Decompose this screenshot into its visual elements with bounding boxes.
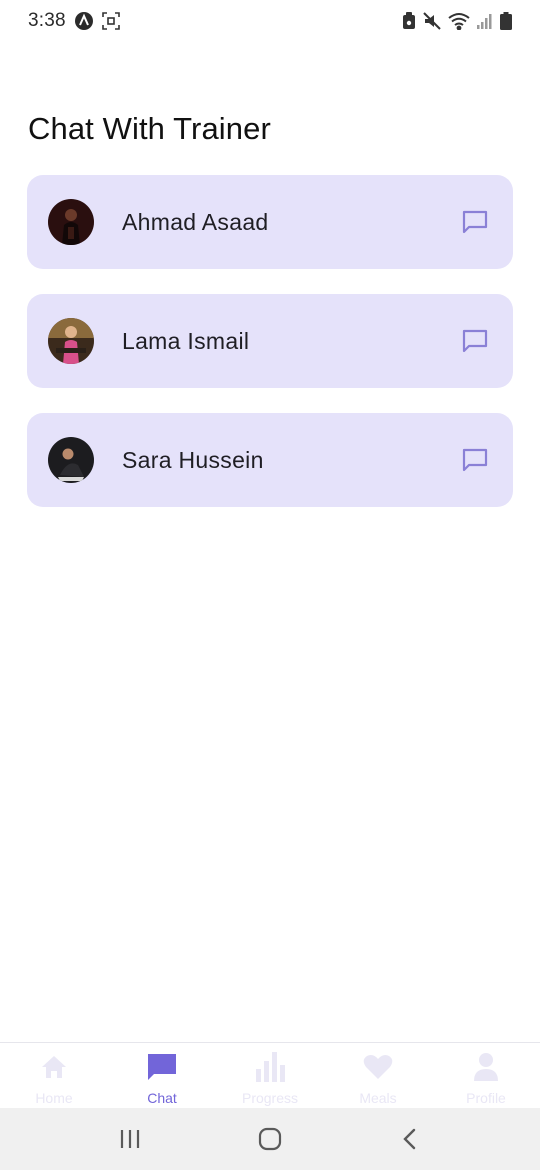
app-a-icon bbox=[74, 11, 94, 31]
status-left: 3:38 bbox=[28, 10, 120, 32]
chat-icon[interactable] bbox=[461, 208, 489, 236]
nav-item-profile[interactable]: Profile bbox=[432, 1043, 540, 1108]
trainer-name: Sara Hussein bbox=[122, 446, 264, 473]
bottom-nav: Home Chat Progress Meals Profile bbox=[0, 1042, 540, 1108]
trainer-avatar bbox=[48, 318, 94, 364]
user-icon bbox=[473, 1051, 499, 1083]
trainer-avatar bbox=[48, 437, 94, 483]
signal-icon bbox=[477, 12, 493, 30]
back-icon[interactable] bbox=[380, 1117, 440, 1161]
page-title: Chat With Trainer bbox=[28, 111, 271, 146]
home-circle-icon[interactable] bbox=[240, 1117, 300, 1161]
system-nav-bar bbox=[0, 1108, 540, 1170]
trainer-list: Ahmad Asaad Lama Ismail Sara Hussein bbox=[27, 175, 513, 532]
mute-icon bbox=[423, 12, 441, 30]
trainer-name: Ahmad Asaad bbox=[122, 208, 269, 235]
nav-label-progress: Progress bbox=[241, 1090, 299, 1106]
status-time: 3:38 bbox=[28, 10, 66, 31]
trainer-name: Lama Ismail bbox=[122, 327, 250, 354]
nav-label-chat: Chat bbox=[147, 1090, 177, 1106]
chat-icon bbox=[147, 1051, 177, 1083]
nav-label-meals: Meals bbox=[359, 1090, 397, 1106]
bar-chart-icon bbox=[255, 1051, 285, 1083]
nav-label-profile: Profile bbox=[466, 1090, 506, 1106]
nav-item-meals[interactable]: Meals bbox=[324, 1043, 432, 1108]
screen: 3:38 Chat With Trainer Ahmad Asaad Lama … bbox=[0, 0, 540, 1170]
alarm-lock-icon bbox=[402, 12, 416, 30]
nav-label-home: Home bbox=[35, 1090, 73, 1106]
nav-item-chat[interactable]: Chat bbox=[108, 1043, 216, 1108]
trainer-avatar bbox=[48, 199, 94, 245]
trainer-card-ahmad-asaad[interactable]: Ahmad Asaad bbox=[27, 175, 513, 269]
trainer-card-sara-hussein[interactable]: Sara Hussein bbox=[27, 413, 513, 507]
status-right bbox=[402, 12, 512, 30]
home-icon bbox=[40, 1051, 68, 1083]
screenshot-icon bbox=[101, 12, 120, 30]
nav-item-home[interactable]: Home bbox=[0, 1043, 108, 1108]
trainer-card-lama-ismail[interactable]: Lama Ismail bbox=[27, 294, 513, 388]
battery-icon bbox=[500, 12, 512, 30]
status-bar: 3:38 bbox=[0, 0, 540, 42]
nav-item-progress[interactable]: Progress bbox=[216, 1043, 324, 1108]
chat-icon[interactable] bbox=[461, 327, 489, 355]
recents-icon[interactable] bbox=[100, 1117, 160, 1161]
chat-icon[interactable] bbox=[461, 446, 489, 474]
wifi-icon bbox=[448, 12, 470, 30]
heart-icon bbox=[363, 1051, 393, 1083]
